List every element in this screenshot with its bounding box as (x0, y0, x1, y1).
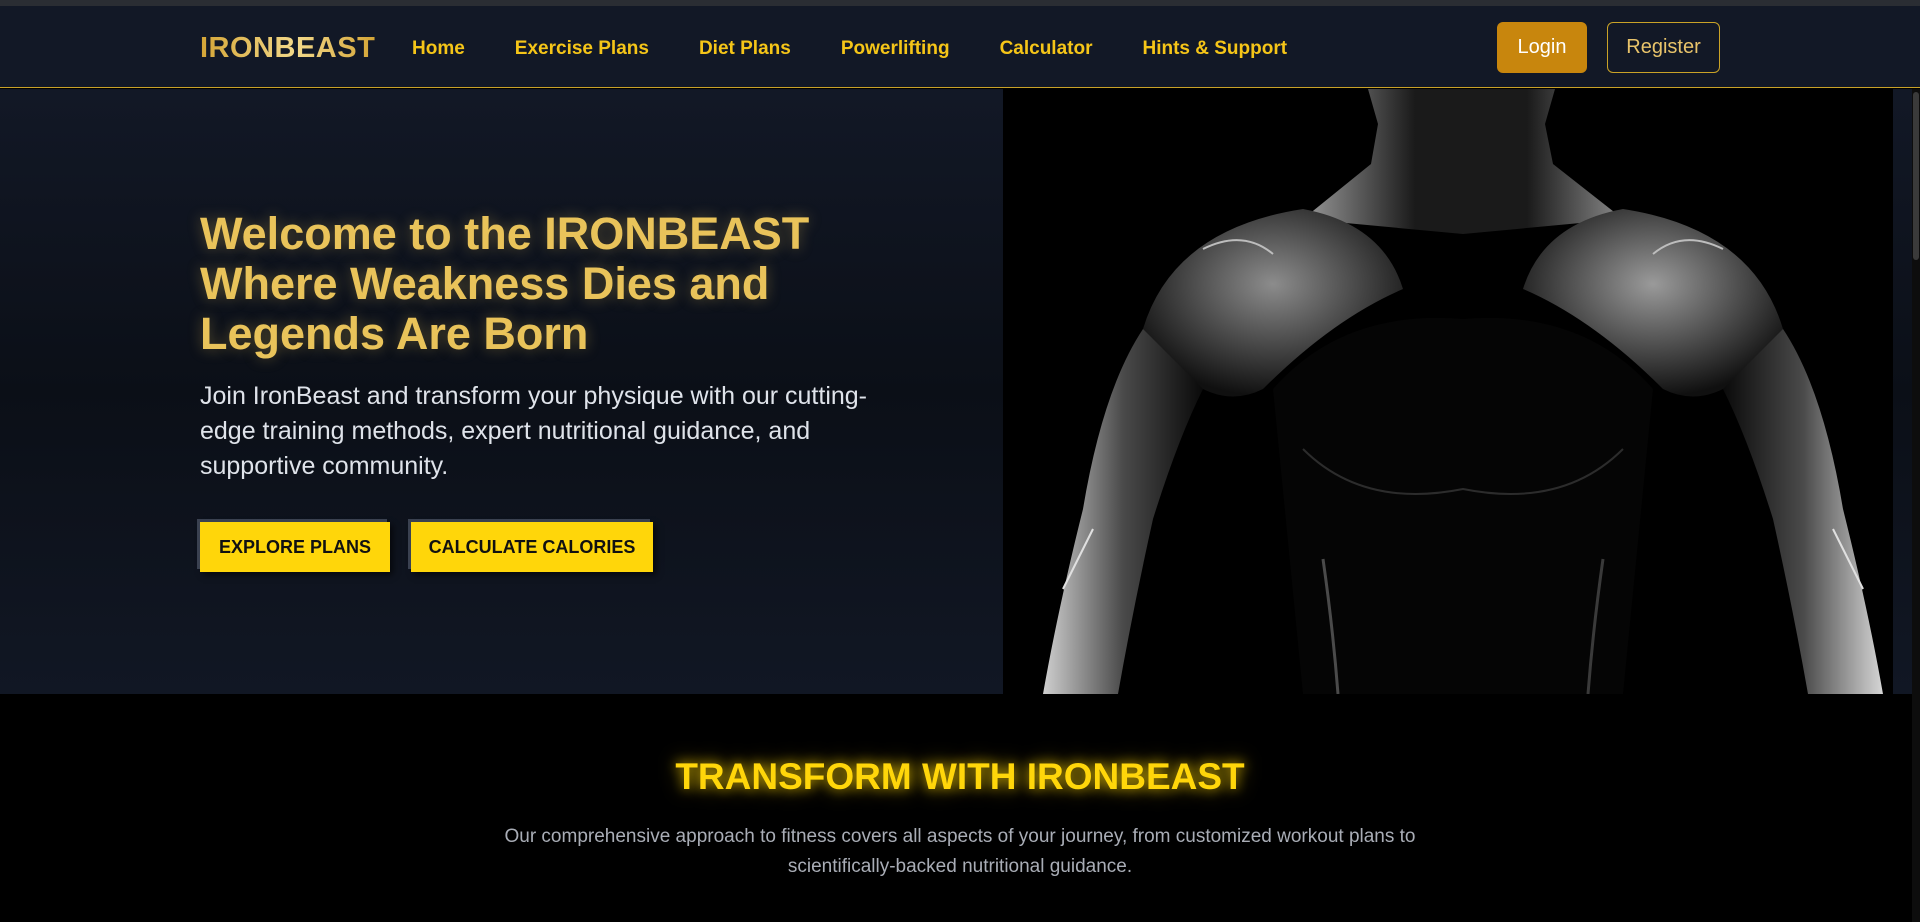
hero-title-line-3: Legends Are Born (200, 308, 589, 359)
nav-links: Home Exercise Plans Diet Plans Powerlift… (412, 38, 1337, 60)
nav-link-diet-plans[interactable]: Diet Plans (699, 38, 791, 60)
nav-link-calculator[interactable]: Calculator (1000, 38, 1093, 60)
scrollbar-thumb[interactable] (1913, 92, 1919, 260)
nav-link-powerlifting[interactable]: Powerlifting (841, 38, 950, 60)
hero-buttons: EXPLORE PLANS CALCULATE CALORIES (200, 522, 674, 572)
features-title: TRANSFORM WITH IRONBEAST (675, 756, 1245, 797)
brand-logo[interactable]: IRONBEAST (200, 32, 375, 65)
calculate-calories-button[interactable]: CALCULATE CALORIES (411, 522, 653, 572)
explore-plans-button[interactable]: EXPLORE PLANS (200, 522, 390, 572)
features-section: TRANSFORM WITH IRONBEAST Our comprehensi… (0, 694, 1920, 922)
nav-link-home[interactable]: Home (412, 38, 465, 60)
register-button[interactable]: Register (1607, 22, 1720, 73)
hero-title-line-2: Where Weakness Dies and (200, 258, 770, 309)
muscular-torso-image (1003, 89, 1893, 694)
hero-section: Welcome to the IRONBEAST Where Weakness … (0, 89, 1920, 694)
hero-title: Welcome to the IRONBEAST Where Weakness … (200, 209, 840, 359)
hero-description: Join IronBeast and transform your physiq… (200, 382, 868, 480)
login-button[interactable]: Login (1497, 22, 1587, 73)
navbar: IRONBEAST Home Exercise Plans Diet Plans… (0, 6, 1920, 88)
features-description: Our comprehensive approach to fitness co… (504, 826, 1416, 877)
hero-title-line-1: Welcome to the IRONBEAST (200, 208, 810, 259)
nav-link-hints-support[interactable]: Hints & Support (1142, 38, 1287, 60)
hero-image (1003, 89, 1893, 694)
nav-link-exercise-plans[interactable]: Exercise Plans (515, 38, 649, 60)
